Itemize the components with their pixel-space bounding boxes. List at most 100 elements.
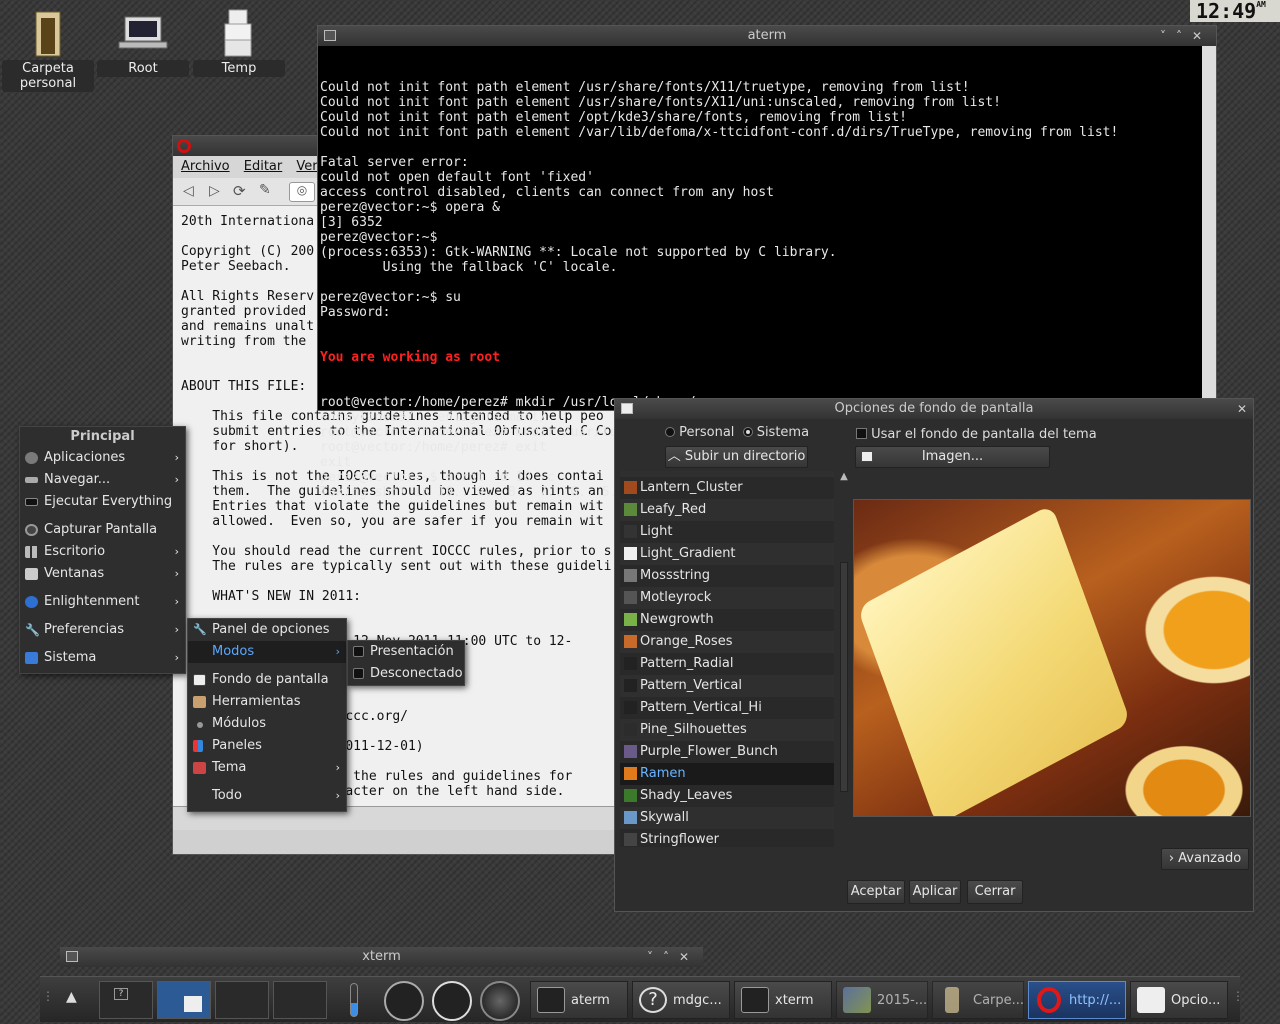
menu-item-ventanas[interactable]: Ventanas › — [20, 563, 185, 585]
task-carpeta[interactable]: Carpe... — [932, 981, 1024, 1019]
handle-icon[interactable]: ⋮ — [1232, 989, 1244, 1003]
menu-item-enlightenment[interactable]: Enlightenment › — [20, 591, 185, 613]
menu-item-tema[interactable]: Tema › — [188, 757, 346, 779]
wallpaper-file-item[interactable]: Pattern_Vertical_Hi — [620, 697, 834, 719]
file-list-scrollbar[interactable]: ▲ — [837, 471, 851, 845]
window-buttons[interactable]: ˅˄✕ — [647, 947, 699, 967]
task-opera[interactable]: http://... — [1028, 981, 1126, 1019]
menu-item-preferencias[interactable]: 🔧 Preferencias › — [20, 619, 185, 641]
close-icon[interactable]: ✕ — [1237, 399, 1247, 419]
menu-item-escritorio[interactable]: Escritorio › — [20, 541, 185, 563]
reload-icon[interactable]: ⟳ — [233, 182, 246, 200]
taskbar: ⋮ ▲ ? aterm ? mdgc... xterm 2015-... Carp… — [40, 976, 1244, 1022]
checkbox[interactable] — [856, 428, 867, 439]
terminal-line: perez@vector:~$ su — [320, 290, 461, 305]
xterm-titlebar[interactable]: xterm ˅˄✕ — [60, 947, 703, 967]
desktop-icon-home[interactable]: Carpeta personal — [2, 6, 94, 92]
up-directory-button[interactable]: ︿ Subir un directorio — [665, 446, 808, 468]
menu-archivo[interactable]: Archivo — [181, 159, 230, 174]
menu-item-ejecutar[interactable]: Ejecutar Everything — [20, 491, 185, 513]
menu-item-todo[interactable]: Todo › — [188, 785, 346, 807]
wallpaper-file-item[interactable]: Pattern_Radial — [620, 653, 834, 675]
file-name: Pine_Silhouettes — [640, 722, 747, 737]
wallpaper-file-item[interactable]: Newgrowth — [620, 609, 834, 631]
pager-desk-4[interactable] — [273, 981, 327, 1019]
menu-item-fondo[interactable]: Fondo de pantalla — [188, 669, 346, 691]
scrollbar-thumb[interactable] — [840, 562, 848, 792]
radio-system[interactable] — [742, 427, 753, 437]
task-label: Opcio... — [1171, 993, 1221, 1008]
use-theme-option[interactable]: Usar el fondo de pantalla del tema — [856, 427, 1097, 442]
menu-item-modos[interactable]: Modos › — [188, 641, 346, 663]
menu-item-aplicaciones[interactable]: Aplicaciones › — [20, 447, 185, 469]
windows-icon — [25, 568, 38, 580]
forward-icon[interactable]: ▷ — [209, 183, 220, 199]
task-2015[interactable]: 2015-... — [836, 981, 928, 1019]
source-radios: Personal Sistema — [665, 425, 809, 440]
advanced-button[interactable]: › Avanzado — [1161, 848, 1249, 870]
wallpaper-file-item[interactable]: Pattern_Vertical — [620, 675, 834, 697]
window-buttons[interactable]: ˅˄✕ — [1160, 26, 1212, 46]
task-aterm[interactable]: aterm — [530, 981, 628, 1019]
wallpaper-file-item[interactable]: Light — [620, 521, 834, 543]
aterm-scrollbar[interactable] — [1202, 46, 1216, 410]
wallpaper-file-list[interactable]: Lantern_Cluster Leafy_Red Light Light_Gradi… — [620, 471, 834, 847]
wallpaper-file-item[interactable]: Mossstring — [620, 565, 834, 587]
accept-button[interactable]: Aceptar — [847, 880, 905, 904]
edit-icon[interactable]: ✎ — [259, 182, 271, 198]
terminal-line: could not open default font 'fixed' — [320, 170, 594, 185]
wallpaper-file-item[interactable]: Motleyrock — [620, 587, 834, 609]
wallpaper-file-item[interactable]: Purple_Flower_Bunch — [620, 741, 834, 763]
menu-item-modulos[interactable]: Módulos — [188, 713, 346, 735]
aterm-titlebar[interactable]: aterm ˅˄✕ — [318, 26, 1216, 46]
tools-icon — [193, 696, 206, 708]
wallpaper-file-item[interactable]: Pine_Silhouettes — [620, 719, 834, 741]
menu-item-herramientas[interactable]: Herramientas — [188, 691, 346, 713]
desktop-icon-root[interactable]: Root — [97, 6, 189, 77]
menu-ver[interactable]: Ver — [296, 159, 317, 174]
pager-desk-1[interactable]: ? — [99, 981, 153, 1019]
address-field[interactable]: ◎ — [289, 182, 315, 202]
menu-item-capturar[interactable]: Capturar Pantalla — [20, 519, 185, 541]
menu-item-navegar[interactable]: Navegar... › — [20, 469, 185, 491]
menu-item-panel-opciones[interactable]: 🔧 Panel de opciones — [188, 619, 346, 641]
task-label: 2015-... — [877, 993, 928, 1008]
task-opciones[interactable]: Opcio... — [1130, 981, 1228, 1019]
submenu-arrow-icon: › — [174, 651, 179, 664]
pager-desk-2[interactable] — [157, 981, 211, 1019]
desktop-icon-temp[interactable]: Temp — [193, 6, 285, 77]
close-button[interactable]: Cerrar — [967, 880, 1023, 904]
menu-item-desconectado[interactable]: Desconectado — [348, 663, 464, 685]
start-menu-icon[interactable]: ▲ — [66, 989, 77, 1005]
wallpaper-dialog-titlebar[interactable]: Opciones de fondo de pantalla ✕ — [615, 399, 1253, 419]
wallpaper-file-item[interactable]: Ramen — [620, 763, 834, 785]
menu-item-presentacion[interactable]: Presentación — [348, 641, 464, 663]
wallpaper-file-item[interactable]: Orange_Roses — [620, 631, 834, 653]
task-xterm[interactable]: xterm — [734, 981, 832, 1019]
back-icon[interactable]: ◁ — [183, 183, 194, 199]
image-button[interactable]: Imagen... — [855, 446, 1050, 468]
checkbox[interactable] — [353, 646, 364, 657]
pager-desk-3[interactable] — [215, 981, 269, 1019]
handle-icon[interactable]: ⋮ — [42, 989, 54, 1003]
menu-editar[interactable]: Editar — [244, 159, 283, 174]
thumbnail-icon — [624, 657, 637, 670]
wallpaper-file-item[interactable]: Shady_Leaves — [620, 785, 834, 807]
apply-button[interactable]: Aplicar — [909, 880, 961, 904]
menu-item-sistema[interactable]: Sistema › — [20, 647, 185, 669]
wallpaper-file-item[interactable]: Leafy_Red — [620, 499, 834, 521]
wallpaper-file-item[interactable]: Skywall — [620, 807, 834, 829]
wallpaper-file-item[interactable]: Light_Gradient — [620, 543, 834, 565]
checkbox[interactable] — [353, 668, 364, 679]
menu-item-paneles[interactable]: Paneles — [188, 735, 346, 757]
wallpaper-file-item[interactable]: Lantern_Cluster — [620, 477, 834, 499]
folder-icon — [945, 987, 959, 1013]
wallpaper-file-item[interactable]: Stringflower — [620, 829, 834, 847]
task-mdgc[interactable]: ? mdgc... — [632, 981, 730, 1019]
file-name: Lantern_Cluster — [640, 480, 743, 495]
radio-personal[interactable] — [665, 427, 675, 437]
terminal-line: Using the fallback 'C' locale. — [320, 260, 618, 275]
